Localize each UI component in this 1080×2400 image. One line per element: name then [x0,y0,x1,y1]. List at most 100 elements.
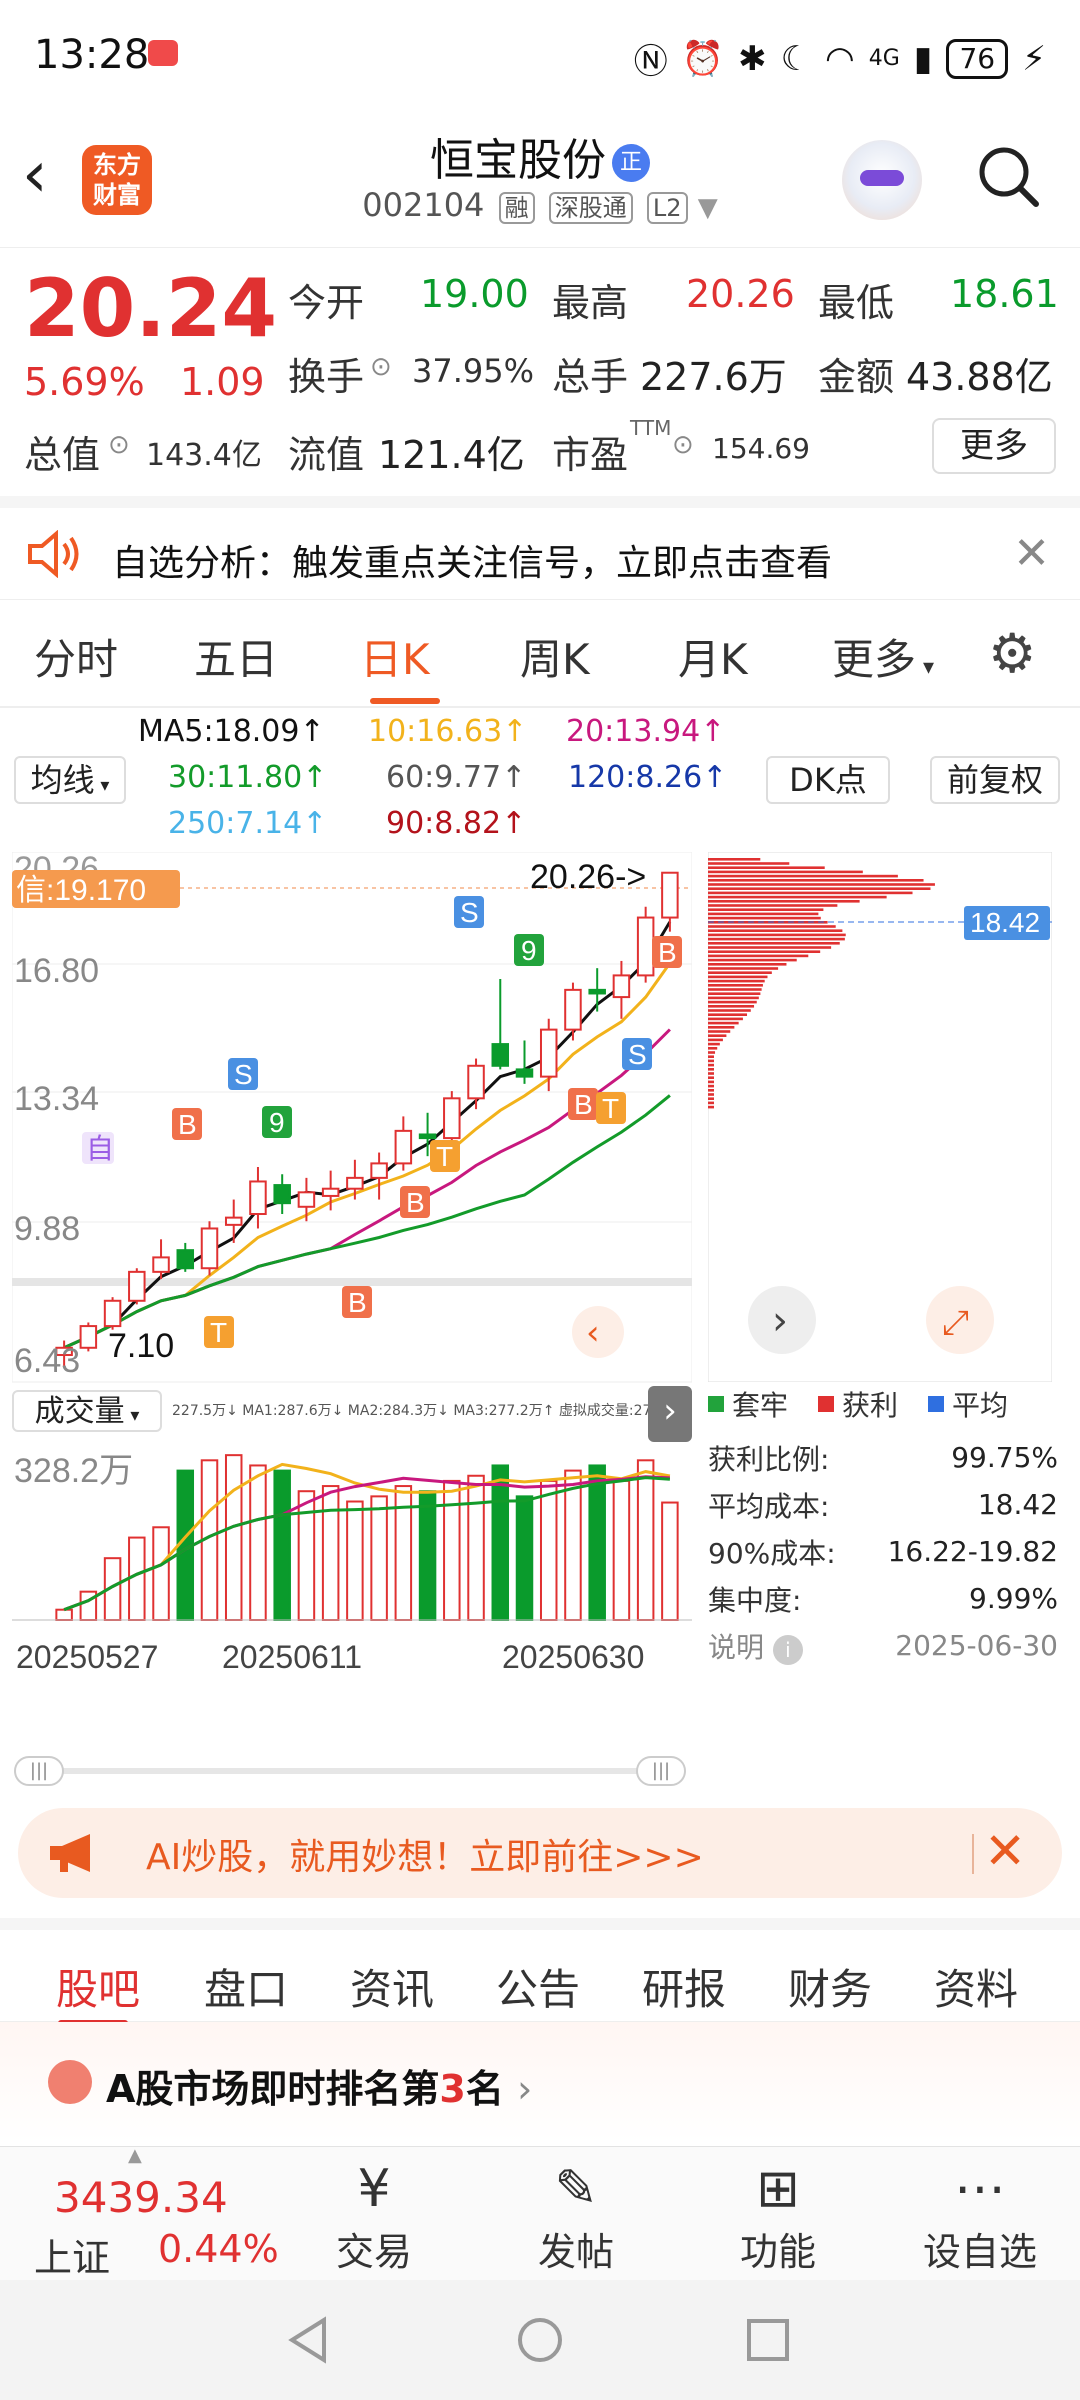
info-icon[interactable]: ⊙ [672,430,694,460]
kline-chart[interactable]: 20.26 16.80 13.34 9.88 6.43 信:19.170 20.… [11,850,693,1752]
candle[interactable] [176,1249,195,1270]
dropdown-icon[interactable]: ▼ [698,193,718,223]
volume-bar[interactable] [55,1608,73,1622]
volume-chart[interactable]: 328.2万 20250527 20250611 20250630 [12,1440,692,1700]
candle[interactable] [467,1064,485,1100]
tab-orderbook[interactable]: 盘口 [204,1956,288,2017]
volume-bar[interactable] [491,1464,510,1622]
nav-trade[interactable]: ¥ 交易 [294,2157,454,2276]
ma-select[interactable]: 均线 ▾ [14,756,126,804]
volume-bar[interactable] [588,1464,606,1622]
info-icon[interactable]: i [772,1634,803,1665]
volume-bar[interactable] [515,1495,534,1621]
system-recents-icon[interactable] [746,2318,790,2362]
tab-forum[interactable]: 股吧 [56,1956,140,2017]
volume-bar[interactable] [224,1454,243,1621]
candle[interactable] [103,1299,122,1328]
volume-bar[interactable] [467,1474,485,1622]
candle[interactable] [418,1133,437,1140]
candle[interactable] [346,1176,364,1190]
index-value[interactable]: 3439.34 [54,2173,228,2222]
chip-chart[interactable]: 18.42 › ⤢ [707,851,1053,1383]
volume-bar[interactable] [564,1469,582,1621]
candle[interactable] [394,1129,413,1165]
tab-financials[interactable]: 财务 [788,1956,872,2017]
assistant-robot-icon[interactable] [842,140,922,220]
nav-post[interactable]: ✎ 发帖 [496,2157,656,2276]
volume-bar[interactable] [152,1526,170,1621]
rank-text[interactable]: A股市场即时排名第3名 › [106,2058,532,2113]
candle[interactable] [370,1162,388,1179]
chip-distribution[interactable]: 18.42 › ⤢ [707,851,1053,1383]
tab-announcements[interactable]: 公告 [496,1956,580,2017]
scroll-handle-right[interactable]: ||| [636,1756,686,1786]
close-icon[interactable]: ✕ [1013,528,1050,579]
candle[interactable] [152,1256,170,1273]
system-back-icon[interactable] [286,2316,330,2364]
candle[interactable] [515,1068,534,1078]
volume-bar[interactable] [346,1500,364,1621]
candle[interactable] [79,1325,98,1349]
tab-weekly-k[interactable]: 周K [520,626,590,687]
candle[interactable] [661,871,679,919]
candle[interactable] [321,1187,340,1197]
volume-bar[interactable] [273,1469,291,1621]
chevron-left-icon[interactable]: ‹ [586,1313,600,1353]
tab-more[interactable]: 更多 ▾ [832,626,934,687]
volume-bar[interactable] [612,1479,631,1622]
index-name[interactable]: 上证 [34,2227,110,2282]
tab-daily-k[interactable]: 日K [360,626,430,687]
chevron-right-icon[interactable]: › [772,1298,788,1344]
candle[interactable] [249,1180,267,1216]
candle[interactable] [539,1028,558,1078]
system-home-icon[interactable] [516,2316,564,2364]
volume-bar[interactable] [418,1490,437,1621]
nav-functions[interactable]: ⊞ 功能 [698,2157,858,2276]
candle[interactable] [443,1097,461,1140]
chip-note[interactable]: 说明 i [708,1626,803,1666]
tab-intraday[interactable]: 分时 [34,626,118,687]
candle[interactable] [491,1043,510,1067]
expand-icon[interactable]: ⤢ [942,1303,969,1343]
tab-research[interactable]: 研报 [642,1956,726,2017]
candle[interactable] [273,1184,291,1205]
analysis-notice[interactable]: 自选分析：触发重点关注信号，立即点击查看 ✕ [0,496,1080,600]
candle[interactable] [224,1216,243,1226]
market-rank-card[interactable]: A股市场即时排名第3名 › [0,2022,1080,2142]
chevron-right-icon[interactable]: › [648,1386,692,1442]
ai-banner[interactable]: AI炒股，就用妙想！立即前往>>> ✕ [18,1808,1062,1898]
search-icon[interactable] [976,144,1040,208]
tab-profile[interactable]: 资料 [934,1956,1018,2017]
candle[interactable] [128,1270,146,1302]
candle[interactable] [200,1227,219,1270]
tab-monthly-k[interactable]: 月K [678,626,748,687]
more-quote-button[interactable]: 更多 [932,418,1056,474]
tab-news[interactable]: 资讯 [350,1956,434,2017]
volume-bar[interactable] [370,1495,388,1621]
volume-bar[interactable] [539,1479,558,1622]
volume-bar[interactable] [321,1485,340,1621]
volume-bar[interactable] [249,1464,267,1622]
volume-bar[interactable] [443,1479,461,1622]
info-icon[interactable]: ⊙ [108,430,130,460]
volume-bar[interactable] [636,1459,655,1622]
nav-add-watchlist[interactable]: ⋯ 设自选 [900,2157,1060,2276]
info-icon[interactable]: ⊙ [370,352,392,382]
candle[interactable] [564,988,582,1031]
volume-bar[interactable] [661,1501,679,1621]
close-icon[interactable]: ✕ [984,1822,1026,1880]
candle[interactable] [297,1191,316,1208]
candle[interactable] [636,916,655,977]
candle[interactable] [588,988,606,995]
candle[interactable] [612,974,631,999]
ai-banner-text[interactable]: AI炒股，就用妙想！立即前往>>> [146,1828,704,1880]
notice-text[interactable]: 自选分析：触发重点关注信号，立即点击查看 [112,534,832,586]
tab-five-day[interactable]: 五日 [194,626,278,687]
index-change[interactable]: 0.44% [158,2227,279,2271]
gear-icon[interactable]: ⚙ [988,622,1036,685]
adjust-button[interactable]: 前复权 [930,756,1060,804]
volume-bar[interactable] [128,1536,146,1621]
scroll-handle-left[interactable]: ||| [14,1756,64,1786]
time-range-scrollbar[interactable]: ||| ||| [14,1756,686,1786]
dk-point-button[interactable]: DK点 [766,756,890,804]
